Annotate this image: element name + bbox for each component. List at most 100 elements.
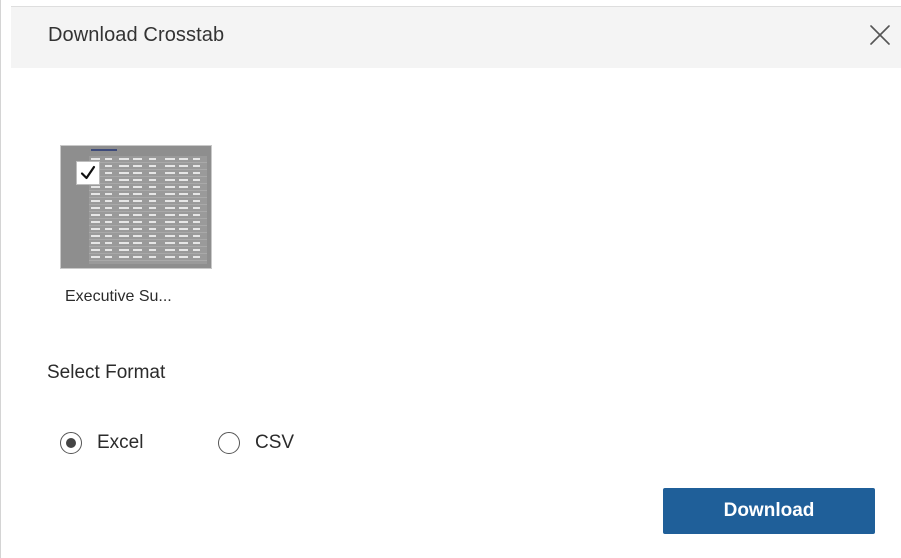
thumbnail-table-rule [89, 232, 207, 233]
thumbnail-table-cell [165, 235, 175, 237]
sheet-checkbox[interactable] [76, 161, 100, 185]
thumbnail-table-cell [91, 214, 100, 216]
thumbnail-table-cell [149, 221, 156, 223]
thumbnail-table-cell [119, 193, 129, 195]
thumbnail-table-cell [165, 256, 175, 258]
thumbnail-table-cell [193, 207, 200, 209]
thumbnail-table-cell [133, 186, 142, 188]
thumbnail-table-cell [193, 200, 200, 202]
radio-button-unselected[interactable] [218, 432, 240, 454]
thumbnail-table-cell [165, 193, 175, 195]
radio-dot [66, 438, 76, 448]
thumbnail-table-rule [89, 204, 207, 205]
thumbnail-table-cell [119, 207, 129, 209]
thumbnail-table-cell [149, 214, 156, 216]
thumbnail-table-cell [179, 235, 188, 237]
thumbnail-table-cell [179, 158, 188, 160]
sheet-thumbnail[interactable] [61, 146, 211, 268]
sheet-label: Executive Su... [65, 288, 172, 305]
radio-excel[interactable]: Excel [60, 429, 143, 457]
thumbnail-table-cell [149, 186, 156, 188]
thumbnail-table-rule [89, 183, 207, 184]
thumbnail-table-cell [105, 242, 112, 244]
thumbnail-table-cell [119, 214, 129, 216]
thumbnail-table-cell [165, 158, 175, 160]
thumbnail-table-cell [165, 242, 175, 244]
thumbnail-table-cell [165, 179, 175, 181]
thumbnail-table-cell [119, 228, 129, 230]
thumbnail-table-cell [91, 186, 100, 188]
thumbnail-table-cell [91, 235, 100, 237]
thumbnail-table-cell [193, 186, 200, 188]
thumbnail-table-cell [91, 228, 100, 230]
thumbnail-table-cell [91, 158, 100, 160]
thumbnail-table-cell [179, 179, 188, 181]
thumbnail-table-cell [149, 235, 156, 237]
thumbnail-table-cell [105, 249, 112, 251]
radio-csv-label[interactable]: CSV [255, 432, 294, 454]
close-button[interactable] [868, 23, 892, 47]
thumbnail-table-cell [105, 228, 112, 230]
thumbnail-table-cell [149, 200, 156, 202]
thumbnail-table-rule [89, 239, 207, 240]
radio-csv[interactable]: CSV [218, 429, 294, 457]
thumbnail-table-cell [193, 256, 200, 258]
download-crosstab-dialog: Download Crosstab Executive Su... Select… [0, 0, 901, 558]
thumbnail-table-cell [91, 193, 100, 195]
thumbnail-table-cell [133, 158, 142, 160]
thumbnail-table-cell [105, 158, 112, 160]
thumbnail-table-cell [165, 228, 175, 230]
thumbnail-table-cell [165, 165, 175, 167]
thumbnail-title-bar [91, 149, 117, 151]
thumbnail-table-cell [133, 172, 142, 174]
dialog-title: Download Crosstab [48, 24, 225, 46]
thumbnail-table-cell [193, 235, 200, 237]
thumbnail-table-cell [105, 221, 112, 223]
thumbnail-table-cell [149, 179, 156, 181]
thumbnail-table-cell [179, 186, 188, 188]
thumbnail-table-rule [89, 169, 207, 170]
thumbnail-table-cell [133, 242, 142, 244]
thumbnail-table-cell [119, 172, 129, 174]
thumbnail-table-cell [179, 256, 188, 258]
thumbnail-table-cell [193, 214, 200, 216]
radio-button-selected[interactable] [60, 432, 82, 454]
thumbnail-table-cell [105, 186, 112, 188]
thumbnail-table-cell [133, 200, 142, 202]
download-button[interactable]: Download [663, 488, 875, 534]
thumbnail-table-cell [165, 172, 175, 174]
thumbnail-table-cell [105, 179, 112, 181]
thumbnail-table-cell [179, 193, 188, 195]
thumbnail-table-cell [133, 193, 142, 195]
thumbnail-table-cell [179, 228, 188, 230]
thumbnail-table-cell [91, 249, 100, 251]
thumbnail-table-cell [119, 242, 129, 244]
thumbnail-table-cell [165, 186, 175, 188]
thumbnail-table-cell [165, 214, 175, 216]
radio-excel-label[interactable]: Excel [97, 432, 143, 454]
thumbnail-table-cell [193, 179, 200, 181]
thumbnail-table-cell [165, 207, 175, 209]
thumbnail-table-cell [149, 207, 156, 209]
thumbnail-table-cell [91, 242, 100, 244]
thumbnail-table-rule [89, 197, 207, 198]
thumbnail-table-cell [179, 165, 188, 167]
thumbnail-table-cell [133, 235, 142, 237]
thumbnail-table-cell [165, 200, 175, 202]
thumbnail-table-cell [193, 193, 200, 195]
thumbnail-table-cell [133, 207, 142, 209]
thumbnail-table-cell [91, 200, 100, 202]
thumbnail-table-cell [149, 165, 156, 167]
thumbnail-table-cell [133, 165, 142, 167]
thumbnail-table-cell [193, 158, 200, 160]
thumbnail-table-rule [89, 176, 207, 177]
thumbnail-table-cell [91, 256, 100, 258]
thumbnail-table-rule [89, 218, 207, 219]
close-icon [870, 25, 890, 45]
thumbnail-table-cell [165, 249, 175, 251]
thumbnail-table-cell [105, 235, 112, 237]
thumbnail-table-cell [193, 221, 200, 223]
thumbnail-table-cell [119, 158, 129, 160]
thumbnail-table-cell [105, 207, 112, 209]
thumbnail-table-cell [179, 214, 188, 216]
